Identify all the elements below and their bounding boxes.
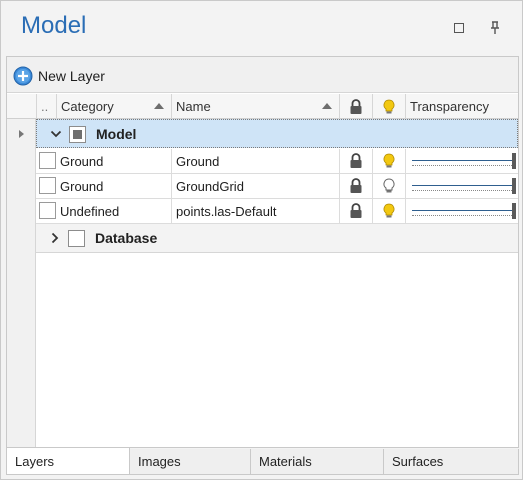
title-bar: Model bbox=[1, 1, 522, 53]
slider-thumb[interactable] bbox=[512, 153, 516, 169]
lightbulb-icon bbox=[383, 99, 395, 113]
row-select-cell bbox=[36, 174, 56, 198]
lock-toggle[interactable] bbox=[339, 199, 372, 223]
transparency-slider[interactable] bbox=[412, 178, 516, 195]
pin-icon bbox=[491, 21, 499, 34]
lock-icon bbox=[350, 98, 362, 114]
row-header-column bbox=[7, 119, 36, 447]
slider-ticks bbox=[412, 190, 512, 191]
grid-header: .. Category Name Transparency bbox=[7, 94, 518, 119]
transparency-cell bbox=[405, 174, 518, 198]
lightbulb-icon bbox=[383, 153, 395, 168]
table-row[interactable]: Ground Ground bbox=[36, 149, 518, 174]
name-cell[interactable]: points.las-Default bbox=[171, 199, 339, 223]
row-checkbox[interactable] bbox=[39, 177, 56, 194]
header-collapse[interactable]: .. bbox=[36, 94, 56, 119]
panel-title: Model bbox=[21, 12, 87, 39]
new-layer-label: New Layer bbox=[38, 68, 105, 84]
row-select-cell bbox=[36, 199, 56, 223]
light-toggle[interactable] bbox=[372, 174, 405, 198]
slider-ticks bbox=[412, 165, 512, 166]
name-cell[interactable]: GroundGrid bbox=[171, 174, 339, 198]
layer-panel: Model New Layer .. Category Name Transpa… bbox=[0, 0, 523, 480]
layers-grid: .. Category Name Transparency Model Grou… bbox=[7, 94, 518, 447]
header-name-label: Name bbox=[176, 99, 211, 114]
tab-surfaces[interactable]: Surfaces bbox=[383, 449, 519, 475]
slider-track bbox=[412, 210, 512, 211]
chevron-right-icon[interactable] bbox=[49, 232, 61, 244]
chevron-down-icon[interactable] bbox=[50, 128, 62, 140]
light-toggle[interactable] bbox=[372, 199, 405, 223]
row-checkbox[interactable] bbox=[39, 152, 56, 169]
group-row-database[interactable]: Database bbox=[36, 224, 518, 253]
header-transparency[interactable]: Transparency bbox=[405, 94, 518, 119]
table-row[interactable]: Undefined points.las-Default bbox=[36, 199, 518, 224]
maximize-button[interactable] bbox=[450, 19, 468, 37]
slider-thumb[interactable] bbox=[512, 178, 516, 194]
table-row[interactable]: Ground GroundGrid bbox=[36, 174, 518, 199]
transparency-cell bbox=[405, 199, 518, 223]
tab-layers[interactable]: Layers bbox=[6, 448, 130, 475]
lock-toggle[interactable] bbox=[339, 174, 372, 198]
category-cell[interactable]: Ground bbox=[56, 149, 171, 173]
toolbar: New Layer bbox=[7, 57, 518, 93]
maximize-icon bbox=[454, 23, 464, 33]
header-category[interactable]: Category bbox=[56, 94, 171, 119]
sort-asc-icon bbox=[322, 103, 332, 109]
name-cell[interactable]: Ground bbox=[171, 149, 339, 173]
group-checkbox-model[interactable] bbox=[69, 126, 86, 143]
row-select-cell bbox=[36, 149, 56, 173]
group-label-model: Model bbox=[96, 126, 137, 142]
lightbulb-off-icon bbox=[383, 178, 395, 193]
transparency-slider[interactable] bbox=[412, 203, 516, 220]
header-lock[interactable] bbox=[339, 94, 372, 119]
group-checkbox-database[interactable] bbox=[68, 230, 85, 247]
slider-track bbox=[412, 160, 512, 161]
lock-icon bbox=[350, 153, 362, 168]
group-label-database: Database bbox=[95, 230, 158, 246]
lock-toggle[interactable] bbox=[339, 149, 372, 173]
new-layer-button[interactable]: New Layer bbox=[13, 65, 105, 87]
group-row-model[interactable]: Model bbox=[36, 119, 518, 148]
bottom-tabs: Layers Images Materials Surfaces bbox=[6, 448, 519, 475]
lock-icon bbox=[350, 203, 362, 218]
header-light[interactable] bbox=[372, 94, 405, 119]
sort-asc-icon bbox=[154, 103, 164, 109]
header-category-label: Category bbox=[61, 99, 114, 114]
category-cell[interactable]: Undefined bbox=[56, 199, 171, 223]
transparency-cell bbox=[405, 149, 518, 173]
pin-button[interactable] bbox=[486, 19, 504, 37]
lightbulb-icon bbox=[383, 203, 395, 218]
tab-materials[interactable]: Materials bbox=[250, 449, 384, 475]
tab-images[interactable]: Images bbox=[129, 449, 251, 475]
header-name[interactable]: Name bbox=[171, 94, 339, 119]
category-cell[interactable]: Ground bbox=[56, 174, 171, 198]
slider-thumb[interactable] bbox=[512, 203, 516, 219]
transparency-slider[interactable] bbox=[412, 153, 516, 170]
layers-content: New Layer .. Category Name Transparency … bbox=[6, 56, 519, 448]
current-row-indicator-icon bbox=[19, 130, 24, 138]
plus-circle-icon bbox=[13, 66, 33, 86]
lock-icon bbox=[350, 178, 362, 193]
row-checkbox[interactable] bbox=[39, 202, 56, 219]
header-corner bbox=[7, 94, 36, 119]
slider-ticks bbox=[412, 215, 512, 216]
slider-track bbox=[412, 185, 512, 186]
light-toggle[interactable] bbox=[372, 149, 405, 173]
